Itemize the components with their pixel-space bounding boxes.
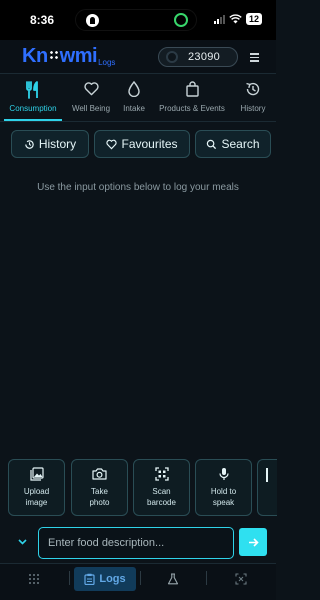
drop-icon xyxy=(128,81,140,97)
logo-subtitle: Logs xyxy=(98,58,116,67)
logo-grid-icon xyxy=(48,50,59,60)
nav-divider xyxy=(206,571,207,585)
history-button-label: History xyxy=(38,137,77,151)
heart-icon xyxy=(83,82,99,96)
food-entry-row xyxy=(0,526,276,560)
logo-text-end: wmi xyxy=(59,45,98,67)
app-header: Kn wmi Logs 23090 xyxy=(0,40,276,74)
arrow-right-icon xyxy=(248,537,259,547)
history-button[interactable]: History xyxy=(11,130,89,158)
microphone-icon xyxy=(218,468,229,480)
heart-icon xyxy=(106,139,118,149)
search-icon xyxy=(207,139,217,149)
logo-text-start: Kn xyxy=(22,45,48,67)
more-input-option-button[interactable] xyxy=(257,459,277,516)
points-badge[interactable]: 23090 xyxy=(158,47,238,67)
chevron-down-icon xyxy=(17,539,27,545)
battery-indicator: 12 xyxy=(245,13,262,25)
favourites-button[interactable]: Favourites xyxy=(94,130,190,158)
take-photo-label-1: Take xyxy=(91,487,108,496)
nav-divider xyxy=(69,571,70,585)
tab-label: Well Being xyxy=(71,104,111,113)
active-tab-indicator xyxy=(4,119,62,121)
tab-label: Products & Events xyxy=(159,104,225,113)
tab-history[interactable]: History xyxy=(236,81,270,113)
coin-icon xyxy=(166,51,178,63)
search-button-label: Search xyxy=(221,137,260,151)
status-indicators: 12 xyxy=(213,13,262,25)
tab-consumption[interactable]: Consumption xyxy=(4,81,62,113)
send-button[interactable] xyxy=(239,528,267,556)
image-icon xyxy=(29,467,44,481)
hold-to-speak-button[interactable]: Hold to speak xyxy=(195,459,252,516)
shopping-bag-icon xyxy=(185,81,199,97)
scan-barcode-label-1: Scan xyxy=(152,487,171,496)
search-button[interactable]: Search xyxy=(195,130,271,158)
action-row: History Favourites Search xyxy=(0,130,276,158)
input-options: Upload image Take photo Scan barcode Hol… xyxy=(0,459,277,516)
hold-to-speak-label-2: speak xyxy=(212,498,235,507)
tab-label: Consumption xyxy=(9,104,57,113)
upload-image-label-2: image xyxy=(25,498,48,507)
tab-well-being[interactable]: Well Being xyxy=(68,81,114,113)
tab-label: History xyxy=(240,104,266,113)
status-bar: 8:36 12 xyxy=(0,0,276,40)
dots-grid-icon xyxy=(29,574,39,584)
hamburger-menu-icon[interactable] xyxy=(250,53,259,62)
nav-lab[interactable] xyxy=(162,567,184,591)
upload-image-label-1: Upload xyxy=(23,487,50,496)
nav-logs[interactable]: Logs xyxy=(74,567,136,591)
status-time: 8:36 xyxy=(30,13,55,27)
tab-intake[interactable]: Intake xyxy=(120,81,148,113)
camera-icon xyxy=(92,468,107,480)
nav-divider xyxy=(140,571,141,585)
tab-products-events[interactable]: Products & Events xyxy=(154,81,230,113)
face-scan-icon xyxy=(235,573,247,585)
nav-logs-label: Logs xyxy=(99,573,126,585)
hold-to-speak-label-1: Hold to xyxy=(210,487,237,496)
scan-barcode-button[interactable]: Scan barcode xyxy=(133,459,190,516)
utensils-icon xyxy=(26,81,38,99)
cellular-signal-icon xyxy=(213,14,225,24)
tab-label: Intake xyxy=(123,104,145,113)
upload-image-button[interactable]: Upload image xyxy=(8,459,65,516)
empty-state-message: Use the input options below to log your … xyxy=(37,182,239,193)
nav-dashboard[interactable] xyxy=(22,567,46,591)
food-description-input[interactable] xyxy=(38,527,234,559)
collapse-options-button[interactable] xyxy=(15,535,29,549)
history-icon xyxy=(246,82,260,96)
activity-ring-icon xyxy=(174,13,188,27)
take-photo-label-2: photo xyxy=(89,498,110,507)
nav-scan[interactable] xyxy=(230,567,252,591)
wifi-icon xyxy=(229,14,242,24)
favourites-button-label: Favourites xyxy=(121,137,178,151)
dynamic-island xyxy=(75,9,197,31)
flask-icon xyxy=(167,573,179,585)
app-activity-icon xyxy=(86,14,99,27)
take-photo-button[interactable]: Take photo xyxy=(71,459,128,516)
history-icon xyxy=(25,139,34,149)
barcode-scan-icon xyxy=(154,467,169,481)
bottom-navigation: Logs xyxy=(0,563,276,600)
category-tabs: Consumption Well Being Intake Products &… xyxy=(0,74,276,122)
points-value: 23090 xyxy=(188,51,221,63)
clipboard-icon xyxy=(84,573,95,585)
scan-barcode-label-2: barcode xyxy=(147,498,176,507)
app-logo[interactable]: Kn wmi Logs xyxy=(22,45,115,68)
